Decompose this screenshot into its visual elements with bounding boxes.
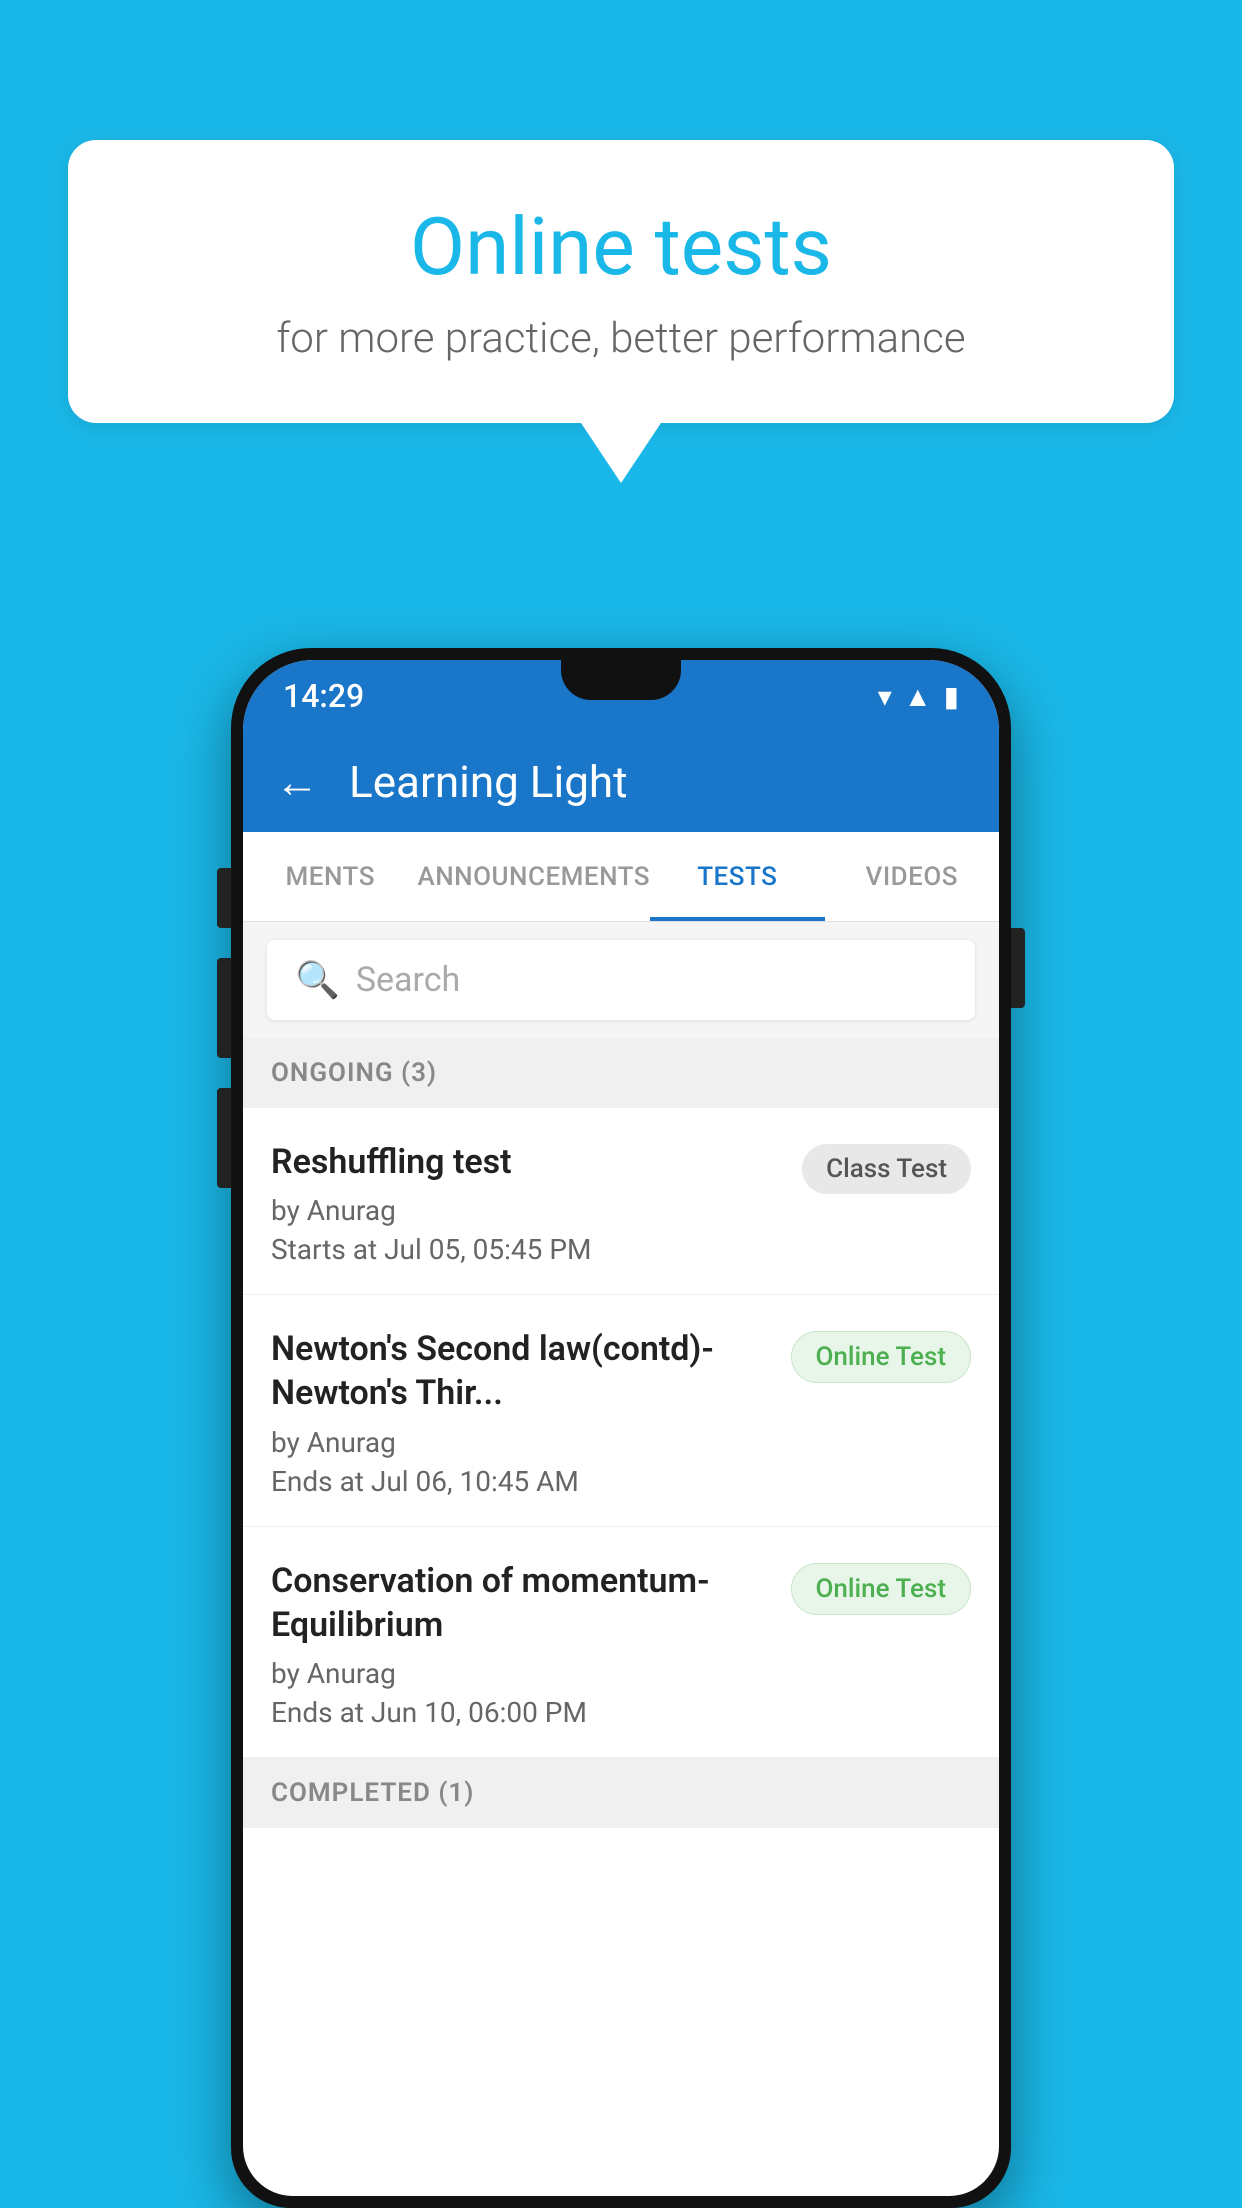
speech-bubble-subtitle: for more practice, better performance: [148, 314, 1094, 363]
test-date-2: Ends at Jul 06, 10:45 AM: [271, 1465, 771, 1498]
test-info-2: Newton's Second law(contd)-Newton's Thir…: [271, 1327, 791, 1497]
test-badge-1: Class Test: [802, 1144, 971, 1194]
phone-volume-down-button: [217, 958, 231, 1058]
search-input[interactable]: Search: [356, 960, 460, 1000]
test-title-3: Conservation of momentum-Equilibrium: [271, 1559, 771, 1647]
test-title-1: Reshuffling test: [271, 1140, 782, 1184]
test-item-2[interactable]: Newton's Second law(contd)-Newton's Thir…: [243, 1295, 999, 1526]
speech-bubble: Online tests for more practice, better p…: [68, 140, 1174, 423]
test-info-3: Conservation of momentum-Equilibrium by …: [271, 1559, 791, 1729]
test-info-1: Reshuffling test by Anurag Starts at Jul…: [271, 1140, 802, 1266]
test-badge-2: Online Test: [791, 1331, 972, 1383]
ongoing-label: ONGOING (3): [271, 1058, 437, 1088]
completed-label: COMPLETED (1): [271, 1778, 474, 1808]
tab-announcements[interactable]: ANNOUNCEMENTS: [417, 832, 650, 921]
wifi-icon: ▾: [878, 680, 892, 713]
status-icons: ▾ ▲ ▮: [878, 680, 959, 713]
test-list: Reshuffling test by Anurag Starts at Jul…: [243, 1108, 999, 1758]
signal-icon: ▲: [904, 680, 932, 713]
status-time: 14:29: [283, 677, 364, 715]
phone-assistant-button: [217, 1088, 231, 1188]
test-item-1[interactable]: Reshuffling test by Anurag Starts at Jul…: [243, 1108, 999, 1295]
phone-screen: 14:29 ▾ ▲ ▮ ← Learning Light MENTS ANNOU…: [243, 660, 999, 2196]
tab-tests[interactable]: TESTS: [650, 832, 824, 921]
completed-section-header: COMPLETED (1): [243, 1758, 999, 1828]
tab-ments[interactable]: MENTS: [243, 832, 417, 921]
phone-notch: [561, 660, 681, 700]
search-icon: 🔍: [295, 959, 340, 1001]
test-item-3[interactable]: Conservation of momentum-Equilibrium by …: [243, 1527, 999, 1758]
tab-videos[interactable]: VIDEOS: [825, 832, 999, 921]
battery-icon: ▮: [944, 680, 959, 713]
tabs-bar: MENTS ANNOUNCEMENTS TESTS VIDEOS: [243, 832, 999, 922]
speech-bubble-arrow: [581, 423, 661, 483]
test-by-1: by Anurag: [271, 1194, 782, 1227]
test-by-2: by Anurag: [271, 1426, 771, 1459]
test-date-1: Starts at Jul 05, 05:45 PM: [271, 1233, 782, 1266]
phone-power-button: [1011, 928, 1025, 1008]
ongoing-section-header: ONGOING (3): [243, 1038, 999, 1108]
phone-volume-up-button: [217, 868, 231, 928]
test-badge-3: Online Test: [791, 1563, 972, 1615]
search-container: 🔍 Search: [243, 922, 999, 1038]
search-bar[interactable]: 🔍 Search: [267, 940, 975, 1020]
phone-frame: 14:29 ▾ ▲ ▮ ← Learning Light MENTS ANNOU…: [231, 648, 1011, 2208]
test-date-3: Ends at Jun 10, 06:00 PM: [271, 1696, 771, 1729]
test-title-2: Newton's Second law(contd)-Newton's Thir…: [271, 1327, 771, 1415]
speech-bubble-container: Online tests for more practice, better p…: [68, 140, 1174, 483]
app-bar: ← Learning Light: [243, 732, 999, 832]
test-by-3: by Anurag: [271, 1657, 771, 1690]
back-button[interactable]: ←: [275, 756, 319, 808]
app-title: Learning Light: [349, 756, 628, 808]
speech-bubble-title: Online tests: [148, 200, 1094, 294]
